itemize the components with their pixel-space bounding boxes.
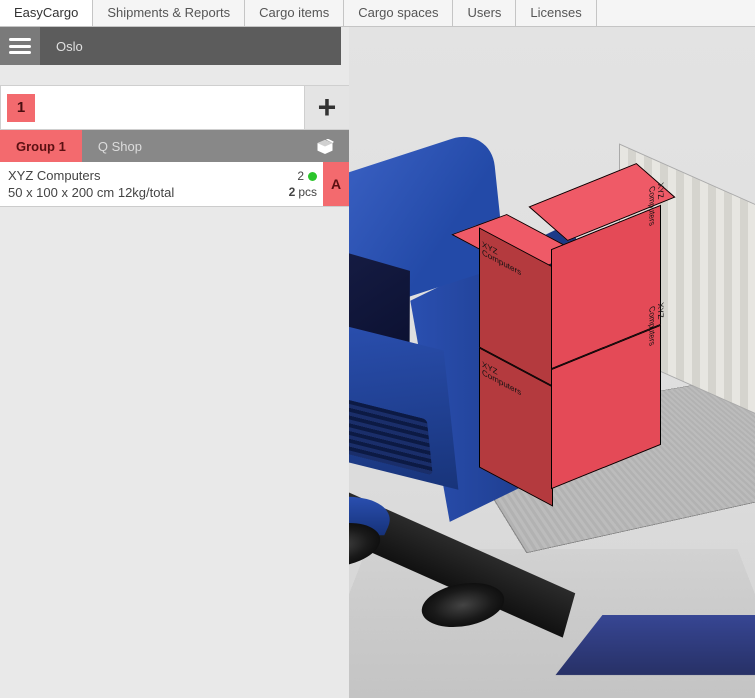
- cargo-label: XYZ Computers: [647, 182, 664, 241]
- nav-tab-cargo-items[interactable]: Cargo items: [245, 0, 344, 26]
- nav-tab-shipments[interactable]: Shipments & Reports: [93, 0, 245, 26]
- group-tabs: Group 1 Q Shop: [0, 130, 349, 162]
- add-container-button[interactable]: +: [305, 85, 350, 130]
- 3d-viewport[interactable]: XYZ Computers XYZ Computers XYZ Computer…: [349, 27, 755, 698]
- container-row: 1 +: [0, 85, 378, 130]
- group-tab-secondary[interactable]: Q Shop: [82, 130, 349, 162]
- top-nav: EasyCargo Shipments & Reports Cargo item…: [0, 0, 755, 27]
- cargo-item-name: XYZ Computers: [8, 168, 281, 183]
- box-icon: [315, 139, 333, 153]
- hamburger-icon: [9, 38, 31, 54]
- container-chip-active[interactable]: 1: [7, 94, 35, 122]
- cargo-item-unit: pcs: [298, 185, 317, 199]
- nav-tab-licenses[interactable]: Licenses: [516, 0, 596, 26]
- cargo-item-row[interactable]: XYZ Computers 50 x 100 x 200 cm 12kg/tot…: [0, 162, 349, 207]
- menu-button[interactable]: [0, 27, 40, 65]
- cargo-item-meta: 2 2 pcs: [289, 162, 323, 206]
- cargo-item-main: XYZ Computers 50 x 100 x 200 cm 12kg/tot…: [0, 162, 289, 206]
- container-list[interactable]: 1: [0, 85, 305, 130]
- plus-icon: +: [318, 95, 337, 121]
- nav-tab-users[interactable]: Users: [453, 0, 516, 26]
- session-bar: Oslo: [0, 27, 341, 65]
- cargo-item-count-bot: 2: [289, 185, 296, 199]
- nav-tab-cargo-spaces[interactable]: Cargo spaces: [344, 0, 453, 26]
- cargo-item-count-top: 2: [297, 169, 304, 183]
- group-tab-active[interactable]: Group 1: [0, 130, 82, 162]
- nav-tab-easycargo[interactable]: EasyCargo: [0, 0, 93, 26]
- cargo-label: XYZ Computers: [647, 302, 664, 348]
- cargo-item-dims: 50 x 100 x 200 cm 12kg/total: [8, 185, 281, 200]
- session-name: Oslo: [40, 39, 83, 54]
- status-dot-icon: [308, 172, 317, 181]
- group-tab-secondary-label: Q Shop: [98, 139, 142, 154]
- cargo-item-handle[interactable]: A: [323, 162, 349, 206]
